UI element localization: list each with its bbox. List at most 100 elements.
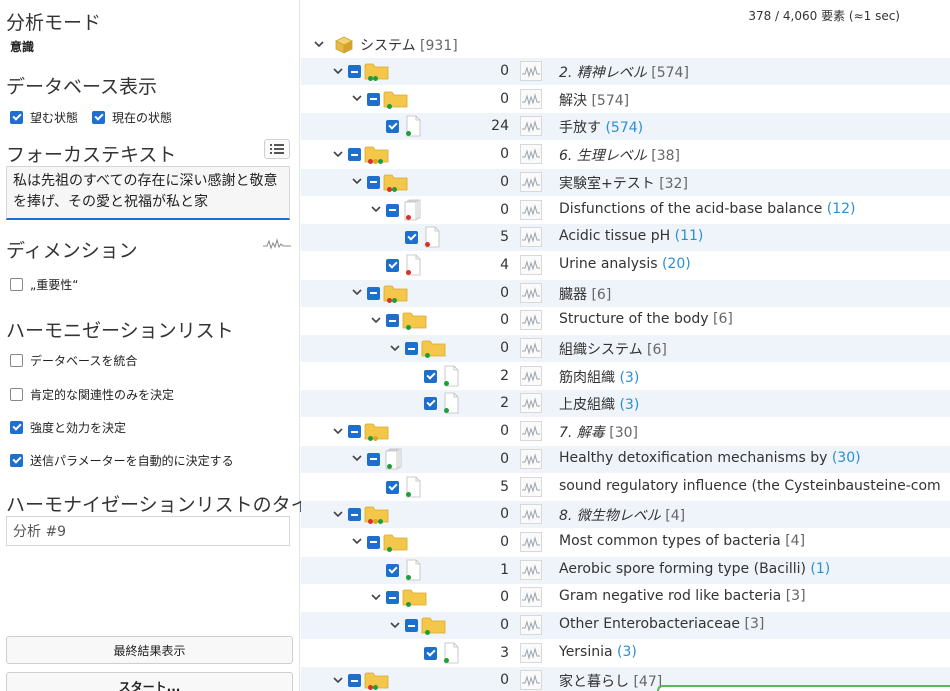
chevron-down-icon[interactable] <box>350 452 364 466</box>
tree-row[interactable]: 0 Disfunctions of the acid-base balance (… <box>301 197 950 224</box>
row-checkbox[interactable] <box>386 480 399 494</box>
chevron-down-icon[interactable] <box>388 618 402 632</box>
tree-row[interactable]: 5 sound regulatory influence (the Cystein… <box>301 474 950 501</box>
tree-row[interactable]: 0 8. 微生物レベル [4] <box>301 501 950 529</box>
waveform-icon[interactable] <box>520 338 542 358</box>
waveform-icon[interactable] <box>262 236 292 252</box>
tree-row[interactable]: 0 6. 生理レベル [38] <box>301 141 950 168</box>
collapse-toggle[interactable] <box>367 452 380 466</box>
row-checkbox[interactable] <box>386 563 399 577</box>
collapse-toggle[interactable] <box>367 175 380 189</box>
waveform-icon[interactable] <box>520 365 542 386</box>
collapse-toggle[interactable] <box>386 314 399 328</box>
row-checkbox[interactable] <box>386 258 399 272</box>
chevron-down-icon[interactable] <box>312 38 326 52</box>
collapse-toggle[interactable] <box>367 286 380 300</box>
tree-row[interactable]: 0 Gram negative rod like bacteria [3] <box>301 584 950 611</box>
collapse-toggle[interactable] <box>386 591 399 605</box>
tree-row[interactable]: 24 手放す (574) <box>301 113 950 141</box>
waveform-icon[interactable] <box>520 88 542 109</box>
current-state-checkbox[interactable] <box>92 110 106 124</box>
waveform-icon[interactable] <box>520 615 542 635</box>
waveform-icon[interactable] <box>520 61 542 81</box>
start-button[interactable]: スタート... <box>6 672 293 691</box>
tree-row[interactable]: 2 上皮組織 (3) <box>301 390 950 418</box>
tree-row[interactable]: 0 Structure of the body [6] <box>301 307 950 334</box>
chevron-down-icon[interactable] <box>350 535 364 549</box>
tree-row[interactable]: 1 Aerobic spore forming type (Bacilli) (1… <box>301 556 950 584</box>
focus-text-input[interactable]: 私は先祖のすべての存在に深い感謝と敬意を捧げ、その愛と祝福が私と家 <box>6 166 290 220</box>
collapse-toggle[interactable] <box>348 148 361 162</box>
tree-row[interactable]: 4 Urine analysis (20) <box>301 252 950 279</box>
chevron-down-icon[interactable] <box>369 313 383 327</box>
chevron-down-icon[interactable] <box>369 203 383 217</box>
tree-row[interactable]: 0 7. 解毒 [30] <box>301 418 950 445</box>
collapse-toggle[interactable] <box>405 619 418 632</box>
desired-state-checkbox[interactable] <box>10 110 23 124</box>
waveform-icon[interactable] <box>520 559 542 580</box>
tree-row[interactable]: 0 Most common types of bacteria [4] <box>301 529 950 556</box>
tree-root-row[interactable]: システム [931] <box>301 31 950 58</box>
waveform-icon[interactable] <box>520 310 542 331</box>
row-checkbox[interactable] <box>424 646 437 660</box>
auto-params-checkbox[interactable] <box>10 453 23 467</box>
collapse-toggle[interactable] <box>348 65 361 78</box>
chevron-down-icon[interactable] <box>369 590 383 604</box>
collapse-toggle[interactable] <box>386 203 399 217</box>
merge-databases-checkbox[interactable] <box>10 353 23 367</box>
waveform-icon[interactable] <box>520 587 542 608</box>
chevron-down-icon[interactable] <box>331 507 345 521</box>
collapse-toggle[interactable] <box>367 92 380 106</box>
waveform-icon[interactable] <box>520 448 542 469</box>
chevron-down-icon[interactable] <box>331 147 345 161</box>
waveform-icon[interactable] <box>520 144 542 165</box>
waveform-icon[interactable] <box>520 531 542 552</box>
chevron-down-icon[interactable] <box>331 64 345 78</box>
row-checkbox[interactable] <box>386 120 399 134</box>
database-display-options: 望む状態 現在の状態 <box>10 108 172 126</box>
tree-row[interactable]: 0 解決 [574] <box>301 86 950 113</box>
positive-only-checkbox[interactable] <box>10 387 23 401</box>
tree-row[interactable]: 2 筋肉組織 (3) <box>301 363 950 390</box>
waveform-icon[interactable] <box>520 504 542 525</box>
waveform-icon[interactable] <box>520 393 542 414</box>
chevron-down-icon[interactable] <box>350 286 364 300</box>
chevron-down-icon[interactable] <box>331 673 345 687</box>
dimension-title: ディメンション <box>6 240 138 262</box>
collapse-toggle[interactable] <box>405 342 418 355</box>
chevron-down-icon[interactable] <box>350 92 364 106</box>
row-checkbox[interactable] <box>424 397 437 411</box>
tree-row[interactable]: 5 Acidic tissue pH (11) <box>301 224 950 252</box>
collapse-toggle[interactable] <box>348 508 361 522</box>
waveform-icon[interactable] <box>520 282 542 303</box>
waveform-icon[interactable] <box>520 116 542 137</box>
waveform-icon[interactable] <box>520 227 542 248</box>
row-checkbox[interactable] <box>405 231 418 245</box>
list-icon[interactable] <box>264 139 290 159</box>
waveform-icon[interactable] <box>520 254 542 275</box>
importance-checkbox[interactable] <box>10 277 23 291</box>
tree-row[interactable]: 0 臓器 [6] <box>301 279 950 307</box>
collapse-toggle[interactable] <box>348 674 361 688</box>
chevron-down-icon[interactable] <box>350 175 364 189</box>
intensity-checkbox[interactable] <box>10 420 23 434</box>
waveform-icon[interactable] <box>520 199 542 220</box>
collapse-toggle[interactable] <box>367 535 380 549</box>
collapse-toggle[interactable] <box>348 425 361 439</box>
waveform-icon[interactable] <box>520 171 542 192</box>
tree-row[interactable]: 0 Other Enterobacteriaceae [3] <box>301 612 950 639</box>
tree-row[interactable]: 0 Healthy detoxification mechanisms by (3… <box>301 445 950 473</box>
chevron-down-icon[interactable] <box>388 341 402 355</box>
waveform-icon[interactable] <box>520 642 542 663</box>
row-checkbox[interactable] <box>424 369 437 383</box>
tree-row[interactable]: 0 組織システム [6] <box>301 335 950 362</box>
final-result-button[interactable]: 最終結果表示 <box>6 636 293 664</box>
list-title-input[interactable]: 分析 #9 <box>6 516 290 546</box>
waveform-icon[interactable] <box>520 476 542 497</box>
waveform-icon[interactable] <box>520 670 542 691</box>
waveform-icon[interactable] <box>520 421 542 442</box>
chevron-down-icon[interactable] <box>331 424 345 438</box>
tree-row[interactable]: 0 実験室+テスト [32] <box>301 168 950 196</box>
tree-row[interactable]: 3 Yersinia (3) <box>301 640 950 667</box>
tree-row[interactable]: 0 2. 精神レベル [574] <box>301 58 950 85</box>
